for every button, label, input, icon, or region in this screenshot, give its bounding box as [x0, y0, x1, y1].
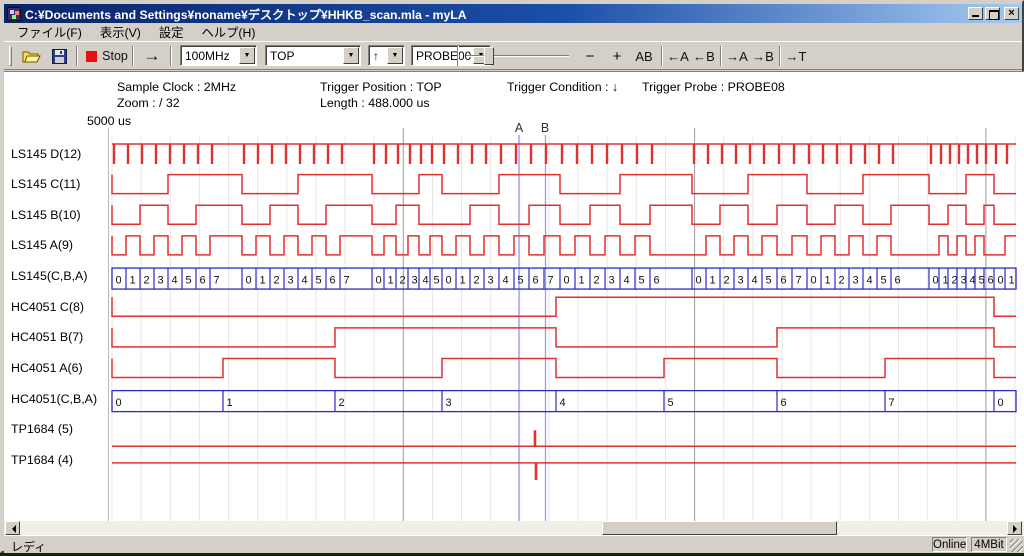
svg-text:0: 0	[811, 275, 817, 287]
svg-text:2: 2	[274, 275, 280, 287]
svg-text:6: 6	[988, 275, 994, 287]
svg-text:4: 4	[172, 275, 178, 287]
svg-text:5: 5	[639, 275, 645, 287]
svg-text:5: 5	[434, 275, 440, 287]
svg-text:4: 4	[867, 275, 873, 287]
waveform-hc4051-c-b-a-: 0 1 2 3 4 5 6 7 0	[112, 391, 1016, 412]
svg-text:6: 6	[654, 275, 660, 287]
svg-text:7: 7	[344, 275, 350, 287]
waveform-plot[interactable]: 0123456701234567012345012345670123456012…	[2, 2, 1024, 556]
svg-text:3: 3	[412, 275, 418, 287]
waveform-hc4051-b-7-	[112, 328, 1016, 347]
svg-text:3: 3	[288, 275, 294, 287]
screen: C:¥Documents and Settings¥noname¥デスクトップ¥…	[0, 0, 1024, 556]
svg-text:7: 7	[214, 275, 220, 287]
waveform-ls145-b-10-	[112, 205, 1016, 224]
svg-text:0: 0	[116, 275, 122, 287]
svg-text:2: 2	[724, 275, 730, 287]
svg-text:5: 5	[766, 275, 772, 287]
app-window: C:¥Documents and Settings¥noname¥デスクトップ¥…	[0, 0, 1024, 553]
svg-text:3: 3	[609, 275, 615, 287]
svg-text:5: 5	[518, 275, 524, 287]
svg-text:1: 1	[710, 275, 716, 287]
svg-text:1: 1	[579, 275, 585, 287]
scrollbar-thumb[interactable]	[602, 521, 837, 535]
svg-text:4: 4	[503, 275, 509, 287]
svg-text:2: 2	[400, 275, 406, 287]
svg-text:6: 6	[330, 275, 336, 287]
svg-text:5: 5	[316, 275, 322, 287]
svg-text:6: 6	[533, 275, 539, 287]
svg-text:4: 4	[302, 275, 308, 287]
svg-text:2: 2	[594, 275, 600, 287]
svg-text:1: 1	[227, 397, 233, 409]
waveform-tp1684-5-	[112, 430, 1016, 446]
waveform-tp1684-4-	[112, 463, 1016, 480]
svg-text:6: 6	[781, 397, 787, 409]
svg-text:0: 0	[696, 275, 702, 287]
svg-text:1: 1	[460, 275, 466, 287]
svg-text:1: 1	[130, 275, 136, 287]
scroll-right-button[interactable]	[1007, 521, 1022, 535]
svg-text:1: 1	[260, 275, 266, 287]
svg-text:0: 0	[446, 275, 452, 287]
waveform-ls145-a-9-	[112, 236, 1016, 255]
waveform-ls145-d-12-	[112, 144, 1016, 164]
right-arrow-icon	[1013, 525, 1021, 533]
svg-text:3: 3	[446, 397, 452, 409]
waveform-ls145-c-11-	[112, 175, 1016, 194]
left-arrow-icon	[8, 525, 16, 533]
svg-text:0: 0	[998, 275, 1004, 287]
waveform-hc4051-a-6-	[112, 358, 1016, 377]
scroll-left-button[interactable]	[5, 521, 20, 535]
svg-text:7: 7	[796, 275, 802, 287]
svg-text:3: 3	[158, 275, 164, 287]
svg-text:3: 3	[488, 275, 494, 287]
svg-text:1: 1	[388, 275, 394, 287]
waveform-ls145-c-b-a-: 0123456701234567012345012345670123456012…	[112, 268, 1016, 289]
svg-text:2: 2	[474, 275, 480, 287]
svg-text:1: 1	[825, 275, 831, 287]
svg-text:6: 6	[781, 275, 787, 287]
svg-text:7: 7	[548, 275, 554, 287]
svg-text:6: 6	[200, 275, 206, 287]
status-online-badge: Online	[932, 537, 967, 552]
status-memory-badge: 4MBit	[971, 537, 1007, 552]
svg-text:4: 4	[752, 275, 758, 287]
svg-text:1: 1	[1009, 275, 1015, 287]
svg-text:4: 4	[423, 275, 429, 287]
svg-text:0: 0	[246, 275, 252, 287]
svg-text:7: 7	[889, 397, 895, 409]
svg-text:6: 6	[895, 275, 901, 287]
svg-text:3: 3	[738, 275, 744, 287]
svg-text:3: 3	[853, 275, 859, 287]
waveform-hc4051-c-8-	[112, 297, 1016, 316]
svg-text:5: 5	[186, 275, 192, 287]
svg-text:4: 4	[560, 397, 566, 409]
resize-grip[interactable]	[1010, 539, 1023, 552]
svg-text:5: 5	[881, 275, 887, 287]
svg-text:0: 0	[116, 397, 122, 409]
status-bar: レディ Online 4MBit	[4, 535, 1024, 553]
svg-text:2: 2	[839, 275, 845, 287]
svg-text:2: 2	[144, 275, 150, 287]
svg-text:0: 0	[998, 397, 1004, 409]
svg-text:4: 4	[624, 275, 630, 287]
svg-text:0: 0	[564, 275, 570, 287]
status-ready-text: レディ	[11, 538, 46, 555]
svg-text:5: 5	[668, 397, 674, 409]
svg-text:0: 0	[933, 275, 939, 287]
svg-text:0: 0	[376, 275, 382, 287]
svg-text:2: 2	[339, 397, 345, 409]
h-scrollbar[interactable]	[4, 521, 1024, 535]
